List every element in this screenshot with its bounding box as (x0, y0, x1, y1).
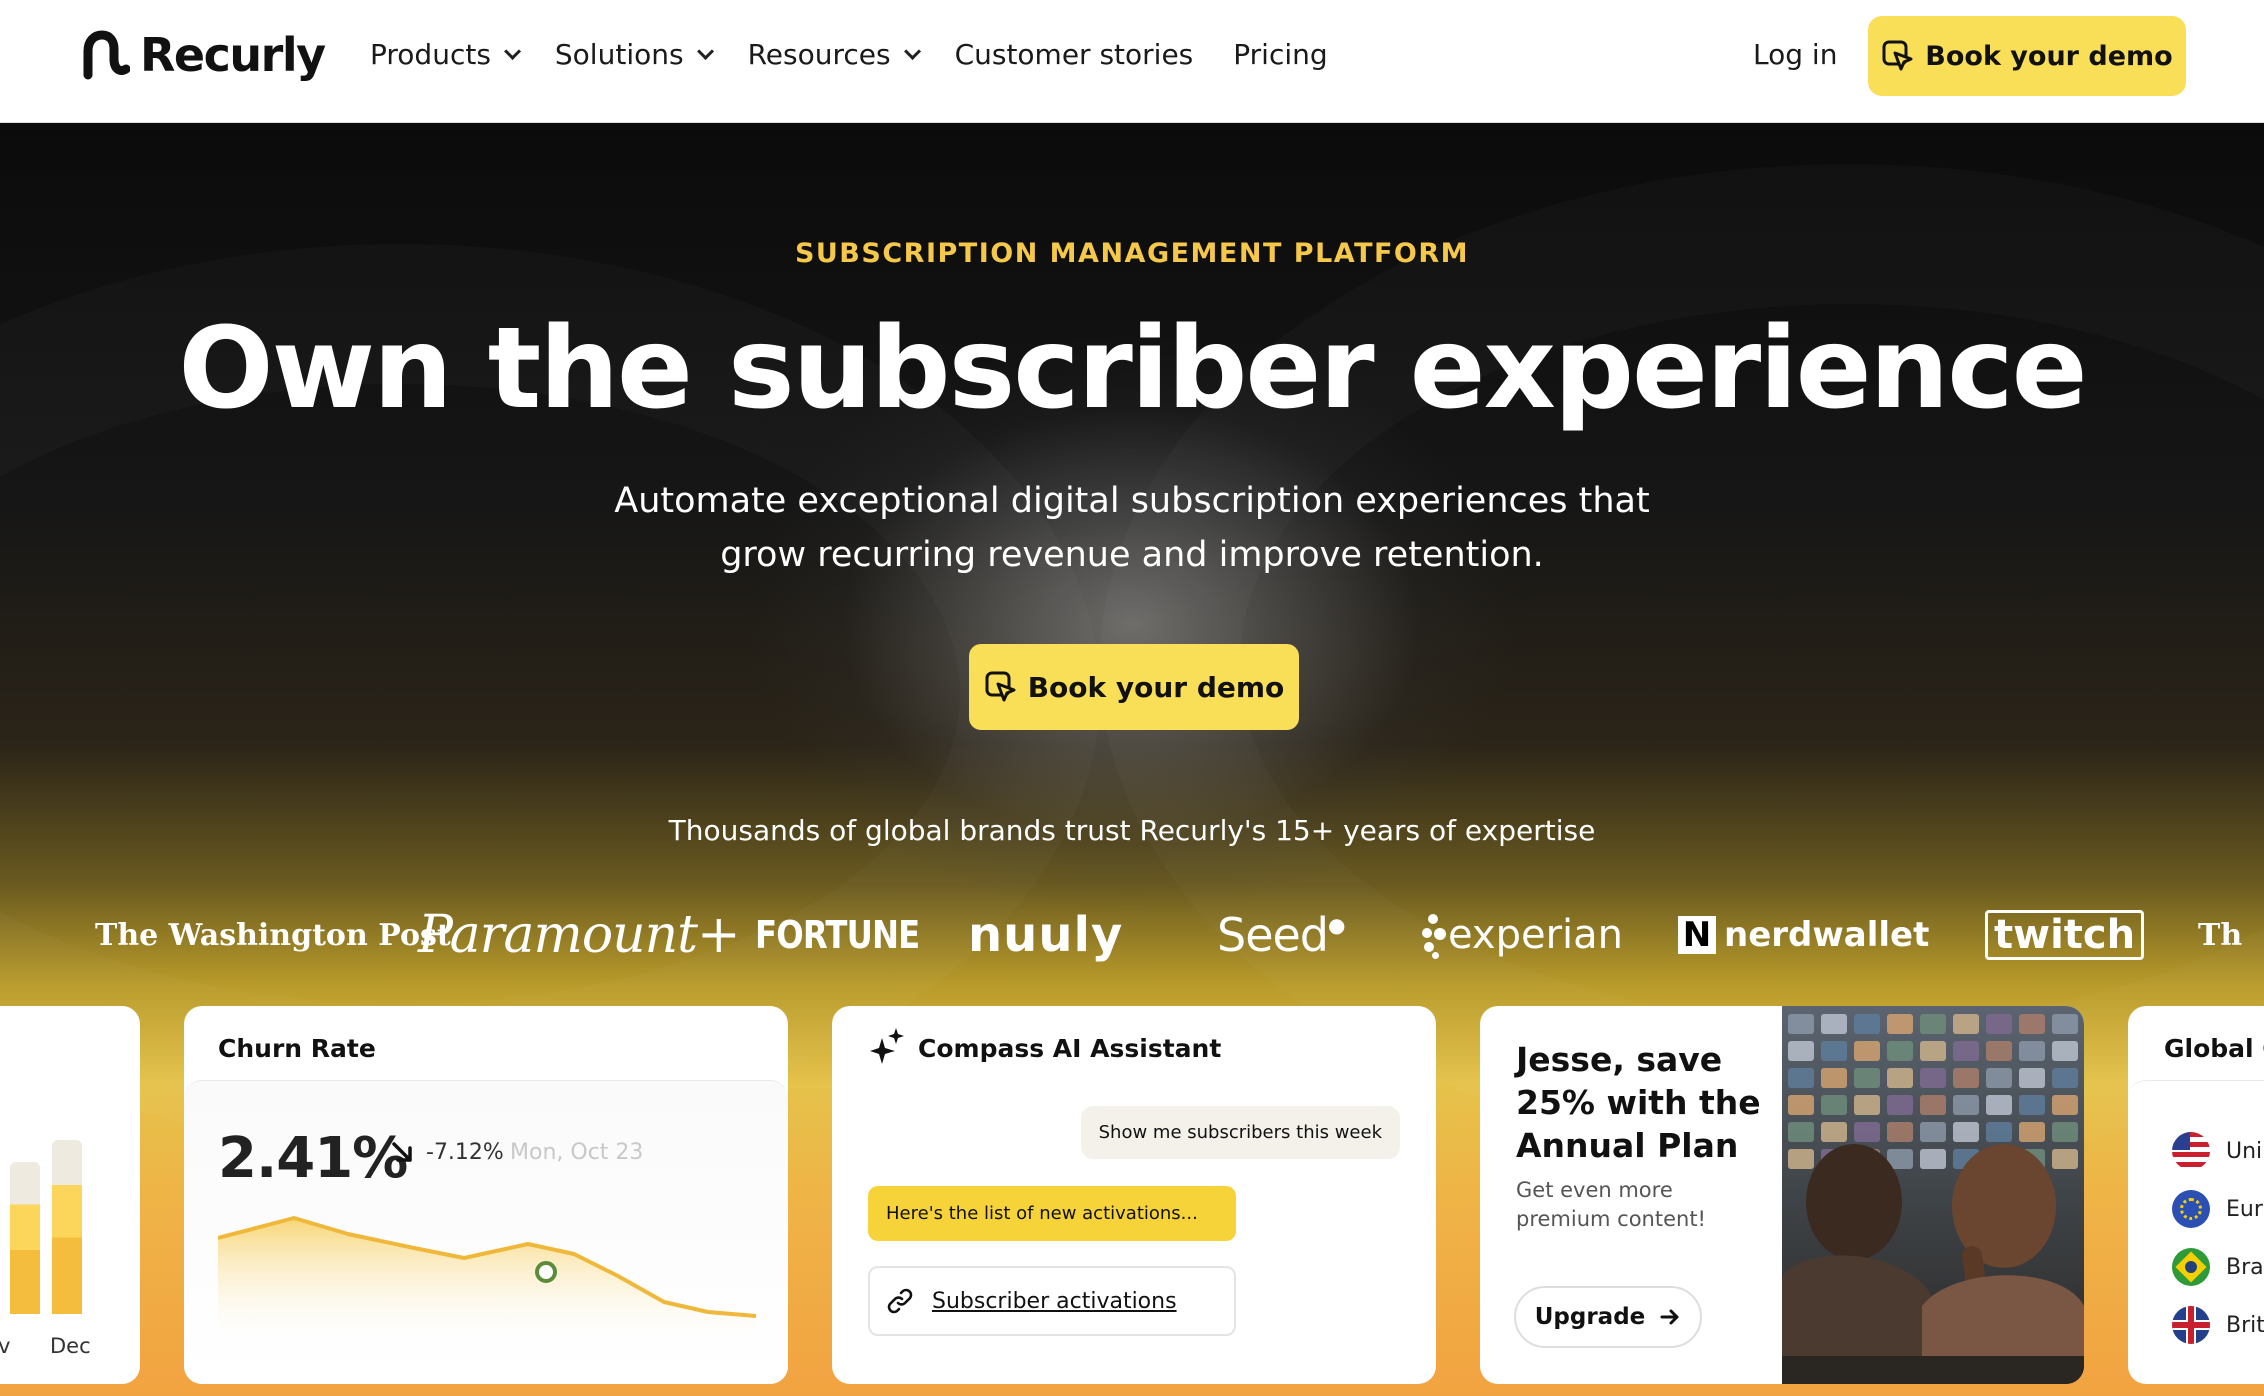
global-card-title: Global C (2164, 1034, 2264, 1063)
customer-logo-strip: The Washington Post Paramount+ FORTUNE n… (0, 900, 2264, 970)
subscriber-activations-link[interactable]: Subscriber activations (868, 1266, 1236, 1336)
arrow-down-right-icon (392, 1142, 412, 1162)
nav-item-label: Customer stories (954, 38, 1194, 71)
couple-watching-tv-photo (1782, 1006, 2084, 1384)
country-label: Bra (2226, 1254, 2264, 1280)
churn-change: -7.12% (426, 1140, 504, 1165)
recurly-logo[interactable]: Recurly (80, 26, 326, 84)
cursor-click-icon (985, 671, 1016, 702)
logo-fortune: FORTUNE (755, 913, 920, 957)
promo-title: Jesse, save 25% with the Annual Plan (1516, 1040, 1761, 1165)
country-label: Uni (2226, 1138, 2263, 1164)
logo-paramount-plus: Paramount+ (418, 905, 741, 965)
compass-assistant-card: Compass AI Assistant Show me subscribers… (832, 1006, 1436, 1384)
chevron-down-icon (903, 42, 921, 60)
logo-experian: experian (1422, 900, 1623, 970)
nav-item-solutions[interactable]: Solutions (554, 38, 714, 71)
nav-item-label: Solutions (554, 38, 684, 71)
global-currencies-card-partial: Global C Uni Eur Bra Brit (2128, 1006, 2264, 1384)
sparkle-icon (870, 1028, 904, 1064)
logo-nerdwallet: Nnerdwallet (1678, 900, 1929, 970)
country-row-eu: Eur (2172, 1190, 2263, 1228)
logo-washington-post: The Washington Post (95, 917, 451, 953)
chevron-down-icon (503, 42, 521, 60)
book-demo-button-hero[interactable]: Book your demo (969, 644, 1299, 730)
bar-nov (10, 1162, 40, 1314)
nav-item-label: Resources (747, 38, 891, 71)
trust-statement: Thousands of global brands trust Recurly… (668, 814, 1596, 847)
nav-item-customer-stories[interactable]: Customer stories (955, 38, 1194, 71)
uk-flag-icon (2172, 1306, 2210, 1344)
cursor-click-icon (1882, 40, 1913, 71)
upgrade-label: Upgrade (1534, 1304, 1646, 1330)
link-icon (887, 1288, 913, 1314)
logo-twitch: twitch (1985, 910, 2145, 960)
hero-eyebrow: SUBSCRIPTION MANAGEMENT PLATFORM (794, 238, 1470, 269)
hero-subheadline: Automate exceptional digital subscriptio… (600, 474, 1664, 582)
country-row-brazil: Bra (2172, 1248, 2264, 1286)
viewers-silhouette (1782, 1144, 2084, 1384)
bar-dec (52, 1140, 82, 1314)
churn-value: 2.41% (218, 1126, 408, 1191)
logo-seed: Seed ● (1217, 900, 1345, 970)
churn-sparkline (218, 1216, 757, 1348)
country-row-britain: Brit (2172, 1306, 2264, 1344)
arrow-right-icon (1660, 1309, 1679, 1325)
experian-dots-icon (1422, 910, 1446, 960)
nav-item-resources[interactable]: Resources (747, 38, 921, 71)
logo-experian-text: experian (1448, 912, 1623, 958)
nav-item-label: Products (370, 38, 491, 71)
hero-headline: Own the subscriber experience (178, 304, 2087, 434)
logo-seed-text: Seed (1217, 908, 1329, 962)
country-label: Eur (2226, 1196, 2263, 1222)
us-flag-icon (2172, 1132, 2210, 1170)
book-demo-label: Book your demo (1925, 40, 2173, 72)
link-label: Subscriber activations (932, 1288, 1177, 1314)
hero-section: SUBSCRIPTION MANAGEMENT PLATFORM Own the… (0, 124, 2264, 1396)
eu-flag-icon (2172, 1190, 2210, 1228)
revenue-bar-card-partial: v Dec (0, 1006, 140, 1384)
hero-subline: grow recurring revenue and improve reten… (720, 535, 1544, 575)
bar-label: Dec (50, 1334, 91, 1358)
brazil-flag-icon (2172, 1248, 2210, 1286)
upgrade-promo-card: Jesse, save 25% with the Annual Plan Get… (1480, 1006, 2084, 1384)
assistant-title: Compass AI Assistant (918, 1033, 1222, 1063)
logo-partial: Th (2198, 917, 2243, 953)
seed-dot-icon: ● (1328, 913, 1345, 937)
upgrade-button[interactable]: Upgrade (1514, 1286, 1702, 1348)
book-demo-button-nav[interactable]: Book your demo (1868, 16, 2186, 96)
chart-marker (535, 1261, 557, 1283)
book-demo-label: Book your demo (1027, 670, 1285, 704)
ai-message-bubble: Here's the list of new activations... (868, 1186, 1236, 1241)
logo-nuuly: nuuly (968, 907, 1124, 963)
top-navigation: Recurly Products Solutions Resources Cus… (0, 0, 2264, 123)
country-label: Brit (2226, 1312, 2264, 1338)
nav-links: Products Solutions Resources Customer st… (370, 38, 1368, 71)
nav-item-products[interactable]: Products (370, 38, 521, 71)
churn-date: Mon, Oct 23 (510, 1140, 644, 1165)
nav-item-label: Pricing (1233, 38, 1328, 71)
assistant-header: Compass AI Assistant (870, 1028, 1221, 1068)
recurly-logo-icon (83, 30, 130, 80)
login-link[interactable]: Log in (1753, 38, 1837, 71)
nav-item-pricing[interactable]: Pricing (1233, 38, 1327, 71)
promo-subtitle: Get even more premium content! (1516, 1178, 1706, 1231)
logo-wordmark: Recurly (140, 28, 326, 82)
hero-subline: Automate exceptional digital subscriptio… (614, 481, 1650, 521)
nerdwallet-n-icon: N (1678, 915, 1716, 955)
country-row-us: Uni (2172, 1132, 2262, 1170)
chevron-down-icon (696, 42, 714, 60)
churn-rate-card: Churn Rate 2.41% -7.12% Mon, Oct 23 (184, 1006, 788, 1384)
user-message-bubble: Show me subscribers this week (1080, 1106, 1400, 1159)
bar-label: v (0, 1334, 11, 1358)
churn-title: Churn Rate (218, 1034, 376, 1063)
logo-nerdwallet-text: nerdwallet (1724, 915, 1930, 955)
